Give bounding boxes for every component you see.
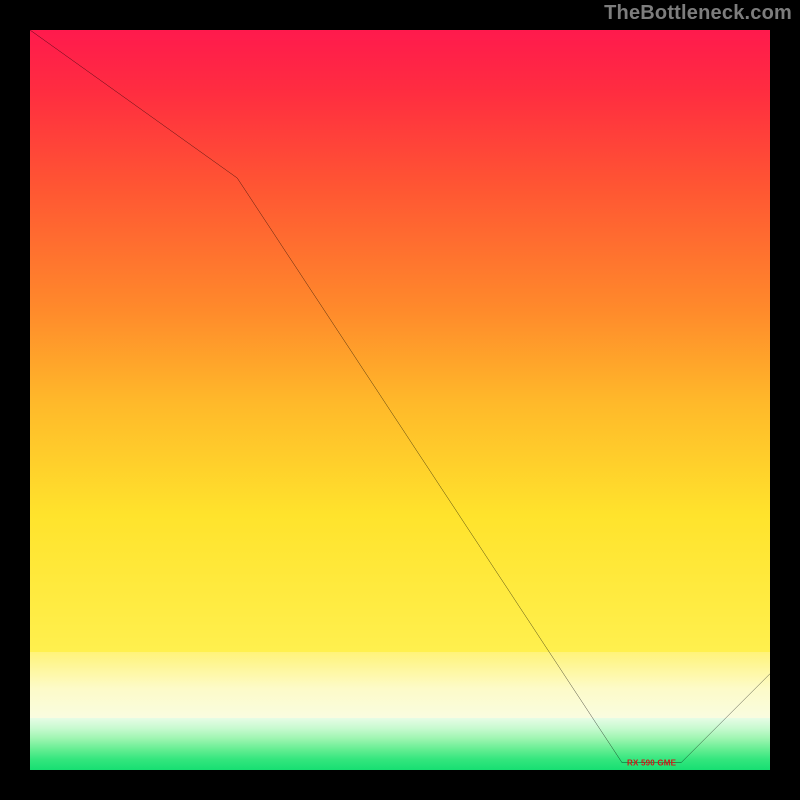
watermark-text: TheBottleneck.com: [604, 2, 792, 25]
series-marker-label: RX 590 GME: [627, 758, 676, 767]
chart-container: TheBottleneck.com RX 590 GME: [0, 0, 800, 800]
bottleneck-curve-path: [30, 30, 770, 763]
chart-line: [30, 30, 770, 770]
plot-area: RX 590 GME: [30, 30, 770, 770]
